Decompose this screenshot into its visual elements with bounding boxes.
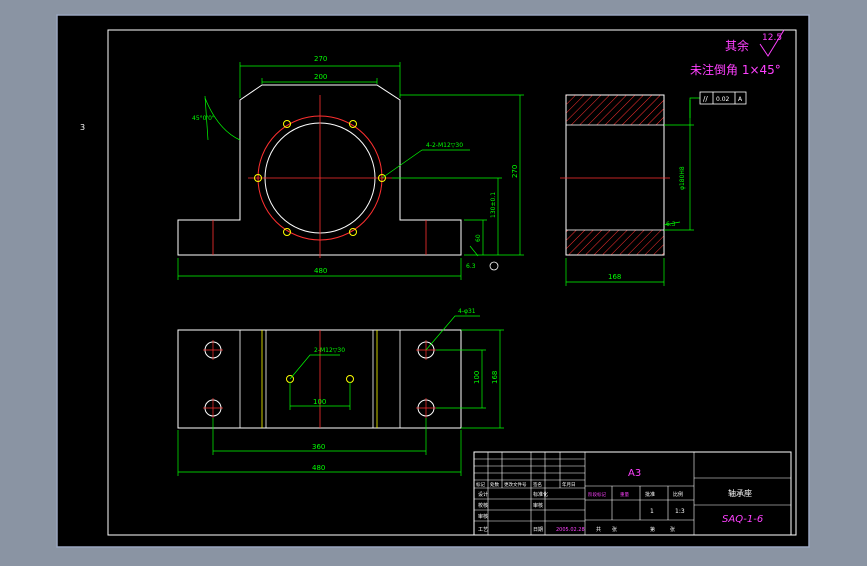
rev-header-mark: 标记 xyxy=(476,481,485,488)
side-hatch-bottom xyxy=(565,229,665,256)
sheet-label-b: 张 xyxy=(670,526,675,533)
date-label: 日期 xyxy=(533,527,543,533)
rev-header-sign: 签名 xyxy=(533,481,542,488)
cad-viewport[interactable]: 3 其余 12.5 未注倒角 1×45° 270 200 45°0'0" 480… xyxy=(0,0,867,562)
role-process: 工艺 xyxy=(478,527,488,533)
tolerance-symbol: // xyxy=(703,95,708,103)
role-check: 校核 xyxy=(478,502,488,509)
dim-bore: φ180H8 xyxy=(679,166,686,190)
role-audit: 审核 xyxy=(478,513,488,520)
dim-angle: 45°0'0" xyxy=(192,115,215,122)
dim-front-width: 480 xyxy=(314,267,327,275)
dim-depth: 168 xyxy=(491,371,499,384)
drawing-canvas[interactable]: 3 其余 12.5 未注倒角 1×45° 270 200 45°0'0" 480… xyxy=(0,0,867,562)
role-design: 设计 xyxy=(478,491,488,498)
callout-bolt-holes: 4-φ31 xyxy=(458,308,476,315)
rev-header-date: 年月日 xyxy=(562,481,576,488)
page-label: 第 xyxy=(650,526,655,533)
note-line2: 未注倒角 1×45° xyxy=(690,62,781,77)
role-approve: 批准 xyxy=(645,491,655,498)
date-value: 2005.02.28 xyxy=(556,527,585,533)
role-approval: 审核 xyxy=(533,502,543,509)
callout-front-holes: 4-2-M12▽30 xyxy=(426,142,463,149)
roughness-front-base: 6.3 xyxy=(466,263,476,270)
dim-center-height: 130±0.1 xyxy=(490,192,497,218)
scale-value: 1:3 xyxy=(675,508,685,515)
dim-top-width: 480 xyxy=(312,464,325,472)
dim-base: 60 xyxy=(475,234,482,242)
drawing-number: SAQ-1-6 xyxy=(722,514,763,525)
scale-label: 比例 xyxy=(673,491,683,498)
note-line1: 其余 xyxy=(725,38,749,53)
role-standard: 标准化 xyxy=(533,491,548,498)
weight-label: 重量 xyxy=(620,491,629,498)
sheet-label-a: 张 xyxy=(612,526,617,533)
tolerance-value: 0.02 xyxy=(716,96,730,103)
dim-front-height: 270 xyxy=(511,165,519,178)
stage-label: 阶段标记 xyxy=(588,491,606,498)
side-hatch-top xyxy=(565,94,665,126)
dim-side-width: 168 xyxy=(608,273,621,281)
sheet-format: A3 xyxy=(628,468,641,479)
rev-header-doc: 更改文件号 xyxy=(504,481,527,488)
callout-top-holes: 2-M12▽30 xyxy=(314,347,345,354)
note-roughness: 12.5 xyxy=(762,33,782,43)
roughness-side: 6.3 xyxy=(666,221,676,228)
dim-hole-spacing: 360 xyxy=(312,443,325,451)
dim-rows: 100 xyxy=(473,371,481,384)
sheet-count: 1 xyxy=(650,508,654,515)
page-marker: 3 xyxy=(80,123,85,132)
dim-top-inner: 200 xyxy=(314,73,327,81)
part-name: 轴承座 xyxy=(728,488,752,498)
dim-top-inner: 100 xyxy=(313,398,326,406)
total-label: 共 xyxy=(596,526,601,533)
rev-header-count: 处数 xyxy=(490,481,499,488)
dim-top-outer: 270 xyxy=(314,55,327,63)
